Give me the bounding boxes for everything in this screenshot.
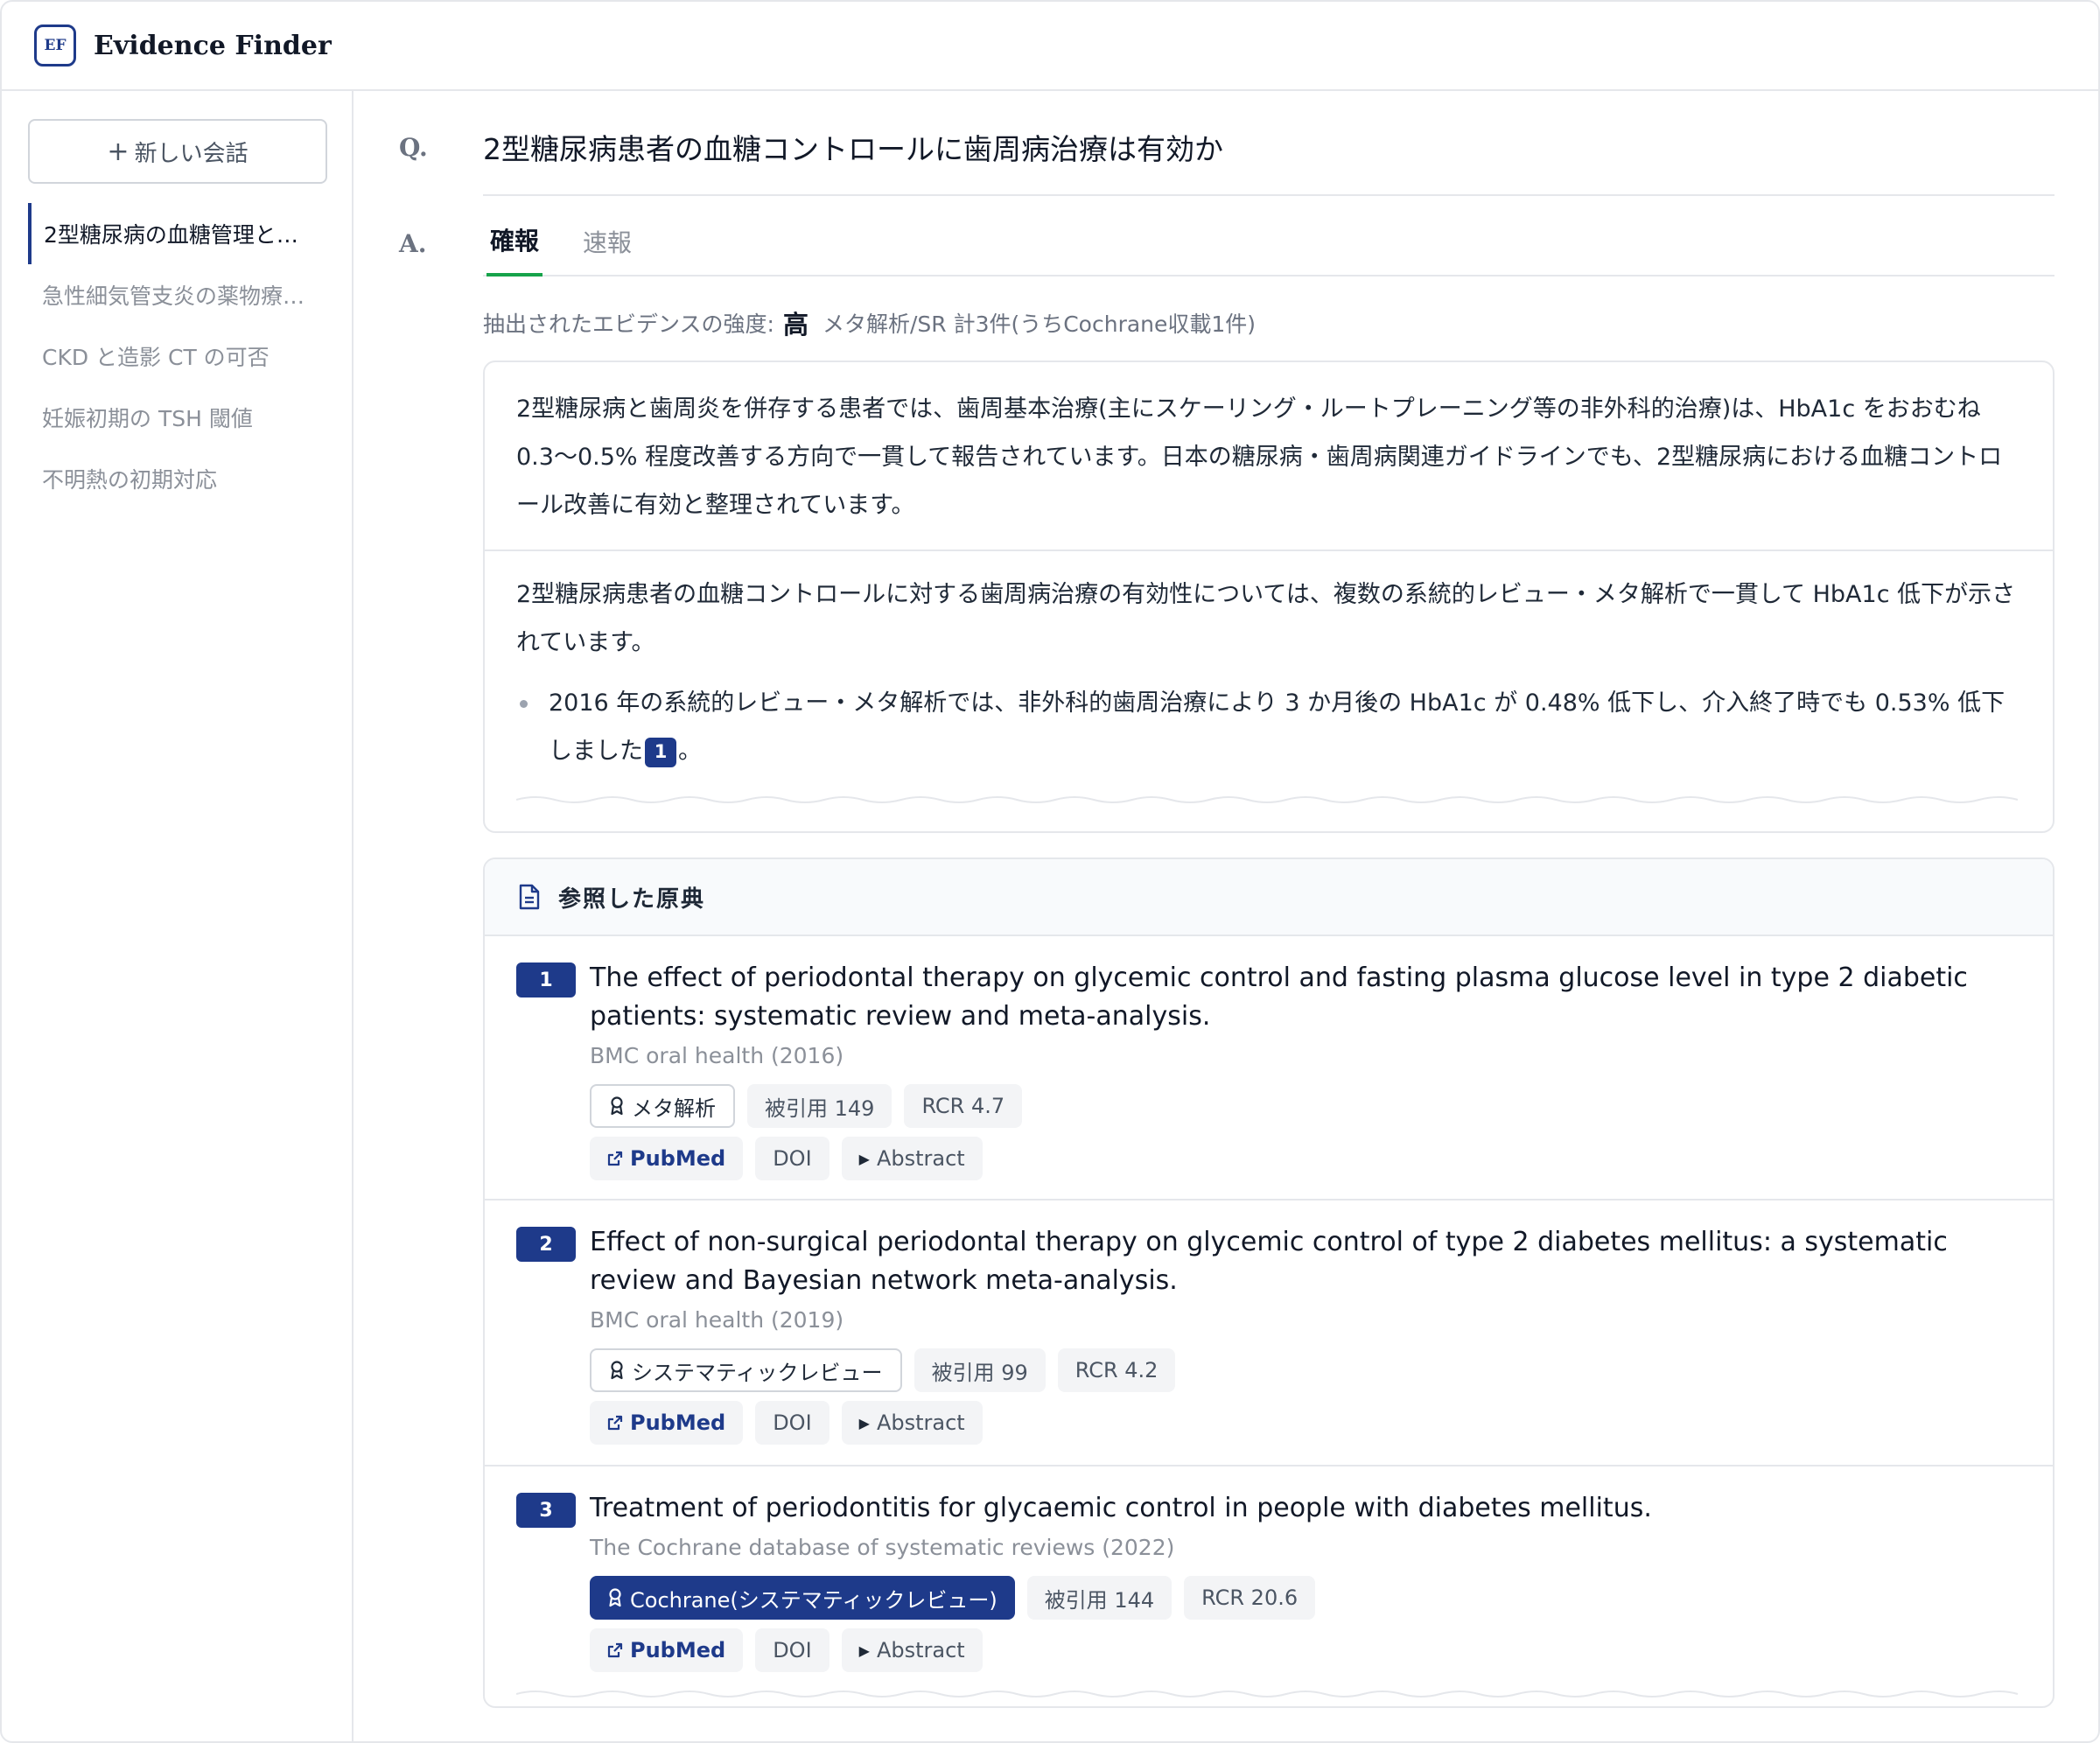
abstract-toggle[interactable]: ▶ Abstract (841, 1628, 983, 1672)
pubmed-label: PubMed (630, 1638, 726, 1662)
app-window: EF Evidence Finder + 新しい会話 2型糖尿病の血糖管理と… … (0, 0, 2100, 1743)
history-item[interactable]: 急性細気管支炎の薬物療… (28, 264, 327, 326)
history-item[interactable]: CKD と造影 CT の可否 (28, 326, 327, 387)
reference-number: 2 (516, 1227, 576, 1262)
history-item[interactable]: 妊娠初期の TSH 閾値 (28, 387, 327, 448)
abstract-toggle[interactable]: ▶ Abstract (841, 1401, 983, 1445)
detail-intro: 2型糖尿病患者の血糖コントロールに対する歯周病治療の有効性については、複数の系統… (516, 581, 2016, 656)
citation-count: 被引用 149 (747, 1084, 892, 1128)
rcr-score: RCR 4.7 (904, 1084, 1023, 1128)
sources-card: 参照した原典 1 The effect of periodontal thera… (483, 858, 2054, 1708)
study-type-badge: メタ解析 (590, 1084, 735, 1128)
answer-detail: 2型糖尿病患者の血糖コントロールに対する歯周病治療の有効性については、複数の系統… (485, 551, 2053, 775)
reference-item: 3 Treatment of periodontitis for glycaem… (485, 1466, 2053, 1703)
reference-journal: BMC oral health (2016) (590, 1043, 844, 1068)
caret-right-icon: ▶ (858, 1642, 870, 1659)
study-type-badge: システマティックレビュー (590, 1348, 902, 1392)
bullet-content: 2016 年の系統的レビュー・メタ解析では、非外科的歯周治療により 3 か月後の… (549, 679, 2021, 775)
divider (483, 194, 2054, 196)
doi-link[interactable]: DOI (755, 1628, 830, 1672)
reference-item: 2 Effect of non-surgical periodontal the… (485, 1200, 2053, 1466)
answer-tabs: 確報 速報 (483, 206, 2054, 276)
reference-number: 1 (516, 962, 576, 998)
sources-header: 参照した原典 (485, 859, 2053, 936)
study-type-label: システマティックレビュー (632, 1360, 883, 1385)
bullet-text: 2016 年の系統的レビュー・メタ解析では、非外科的歯周治療により 3 か月後の… (549, 690, 2006, 765)
award-icon (609, 1361, 625, 1380)
rcr-score: RCR 4.2 (1057, 1348, 1176, 1392)
study-type-label: メタ解析 (632, 1096, 716, 1121)
external-link-icon (607, 1151, 623, 1166)
reference-number: 3 (516, 1493, 576, 1528)
fade-wave (516, 796, 2019, 803)
app-title: Evidence Finder (94, 30, 332, 61)
caret-right-icon: ▶ (858, 1414, 870, 1432)
bullet-end: 。 (678, 738, 702, 765)
citation-count: 被引用 99 (914, 1348, 1046, 1392)
abstract-label: Abstract (876, 1410, 965, 1435)
pubmed-link[interactable]: PubMed (590, 1137, 744, 1180)
tab-confirmed[interactable]: 確報 (486, 206, 543, 276)
answer-card: 2型糖尿病と歯周炎を併存する患者では、歯周基本治療(主にスケーリング・ルートプレ… (483, 360, 2054, 833)
plus-icon: + (107, 136, 130, 167)
fade-wave (516, 1690, 2019, 1698)
rcr-score: RCR 20.6 (1184, 1576, 1316, 1620)
reference-journal: The Cochrane database of systematic revi… (590, 1535, 1175, 1560)
caret-right-icon: ▶ (858, 1150, 870, 1167)
pubmed-label: PubMed (630, 1146, 726, 1171)
external-link-icon (607, 1642, 623, 1658)
citation-count: 被引用 144 (1026, 1576, 1172, 1620)
answer-summary: 2型糖尿病と歯周炎を併存する患者では、歯周基本治療(主にスケーリング・ルートプレ… (485, 362, 2053, 551)
award-icon (607, 1588, 623, 1607)
history-item[interactable]: 不明熱の初期対応 (28, 448, 327, 509)
pubmed-link[interactable]: PubMed (590, 1401, 744, 1445)
document-icon (519, 884, 540, 910)
tab-preliminary[interactable]: 速報 (583, 206, 632, 276)
app-header: EF Evidence Finder (2, 2, 2098, 91)
new-chat-label: 新しい会話 (134, 140, 248, 167)
reference-title: The effect of periodontal therapy on gly… (590, 962, 1968, 1032)
bullet-dot (520, 700, 528, 708)
reference-journal: BMC oral health (2019) (590, 1307, 844, 1333)
reference-item: 1 The effect of periodontal therapy on g… (485, 936, 2053, 1200)
doi-link[interactable]: DOI (755, 1137, 830, 1180)
sources-title: 参照した原典 (558, 886, 706, 913)
doi-link[interactable]: DOI (755, 1401, 830, 1445)
history-item[interactable]: 2型糖尿病の血糖管理と… (28, 203, 327, 264)
pubmed-label: PubMed (630, 1410, 726, 1435)
pubmed-link[interactable]: PubMed (590, 1628, 744, 1672)
study-type-label: Cochrane(システマティックレビュー) (630, 1587, 998, 1613)
reference-title: Treatment of periodontitis for glycaemic… (590, 1493, 1652, 1523)
award-icon (609, 1096, 625, 1116)
citation-badge[interactable]: 1 (645, 737, 676, 767)
main-panel: Q. 2型糖尿病患者の血糖コントロールに歯周病治療は有効か A. 確報 速報 抽… (355, 91, 2098, 1741)
strength-detail: メタ解析/SR 計3件(うちCochrane収載1件) (822, 312, 1256, 337)
question-text: 2型糖尿病患者の血糖コントロールに歯周病治療は有効か (483, 132, 1223, 166)
abstract-label: Abstract (876, 1638, 965, 1662)
external-link-icon (607, 1415, 623, 1431)
chat-history: 2型糖尿病の血糖管理と… 急性細気管支炎の薬物療… CKD と造影 CT の可否… (28, 203, 327, 509)
strength-label: 抽出されたエビデンスの強度: (483, 312, 774, 337)
study-type-badge: Cochrane(システマティックレビュー) (590, 1576, 1015, 1620)
app-logo: EF (34, 24, 76, 66)
abstract-label: Abstract (876, 1146, 965, 1171)
evidence-strength: 抽出されたエビデンスの強度: 高 メタ解析/SR 計3件(うちCochrane収… (483, 304, 1256, 341)
new-chat-button[interactable]: + 新しい会話 (28, 119, 327, 184)
question-label: Q. (399, 133, 428, 162)
answer-label: A. (399, 229, 427, 258)
bullet-item: 2016 年の系統的レビュー・メタ解析では、非外科的歯周治療により 3 か月後の… (516, 679, 2021, 775)
sidebar: + 新しい会話 2型糖尿病の血糖管理と… 急性細気管支炎の薬物療… CKD と造… (2, 91, 354, 1741)
abstract-toggle[interactable]: ▶ Abstract (841, 1137, 983, 1180)
reference-title: Effect of non-surgical periodontal thera… (590, 1227, 1948, 1296)
strength-level: 高 (782, 310, 808, 340)
